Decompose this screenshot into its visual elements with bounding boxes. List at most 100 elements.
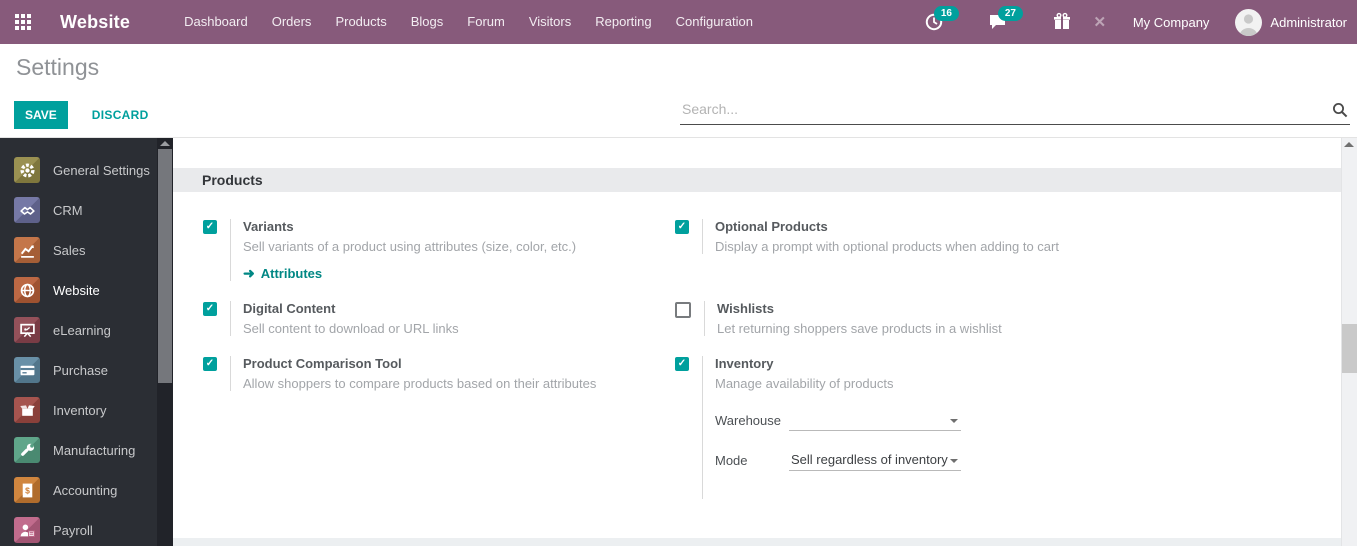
setting-description: Allow shoppers to compare products based…	[243, 376, 597, 391]
setting-inventory: ✓ Inventory Manage availability of product…	[675, 356, 1135, 499]
search-bar	[680, 96, 1350, 125]
gear-icon	[14, 157, 40, 183]
link-label: Attributes	[260, 266, 323, 281]
chevron-down-icon	[950, 459, 958, 463]
menu-item-products[interactable]: Products	[323, 0, 398, 44]
dropdown-mode[interactable]: Sell regardless of inventory	[789, 452, 961, 471]
checkbox-digital-content[interactable]: ✓	[203, 302, 217, 316]
apps-menu-button[interactable]	[0, 0, 46, 44]
checkbox-variants[interactable]: ✓	[203, 220, 217, 234]
setting-description: Let returning shoppers save products in …	[717, 321, 1002, 336]
settings-grid: ✓ Variants Sell variants of a product usin…	[203, 219, 1341, 499]
scroll-up-icon[interactable]	[1344, 142, 1354, 147]
invoice-icon: $	[14, 477, 40, 503]
sidebar-item-general-settings[interactable]: General Settings	[0, 150, 157, 190]
dropdown-warehouse[interactable]	[789, 412, 961, 431]
link-attributes[interactable]: ➜ Attributes	[243, 266, 576, 281]
sidebar-scrollbar-thumb[interactable]	[158, 149, 172, 383]
sidebar-item-crm[interactable]: CRM	[0, 190, 157, 230]
content-scrollbar[interactable]	[1341, 138, 1357, 546]
sidebar-item-payroll[interactable]: Payroll	[0, 510, 157, 550]
checkbox-inventory[interactable]: ✓	[675, 357, 689, 371]
messages-button[interactable]: 27	[987, 6, 1023, 33]
sidebar-item-label: Inventory	[53, 402, 107, 418]
svg-text:$: $	[25, 485, 30, 495]
user-menu[interactable]: Administrator	[1235, 8, 1347, 36]
activities-button[interactable]: 16	[923, 6, 959, 33]
handshake-icon	[14, 197, 40, 223]
sidebar-item-label: General Settings	[53, 162, 150, 178]
sidebar-item-label: Accounting	[53, 482, 118, 498]
menu-item-reporting[interactable]: Reporting	[583, 0, 663, 44]
sidebar-scrollbar[interactable]	[157, 138, 173, 546]
section-header: Products	[173, 168, 1341, 192]
app-name[interactable]: Website	[60, 12, 130, 33]
messages-badge: 27	[997, 6, 1023, 21]
avatar	[1235, 8, 1263, 36]
control-panel-buttons: SAVE DISCARD	[14, 101, 155, 129]
sidebar-item-inventory[interactable]: Inventory	[0, 390, 157, 430]
setting-wishlists: Wishlists Let returning shoppers save pro…	[675, 301, 1135, 336]
setting-label: Optional Products	[715, 219, 828, 234]
sidebar-item-sales[interactable]: Sales	[0, 230, 157, 270]
sidebar-item-purchase[interactable]: Purchase	[0, 350, 157, 390]
sidebar-item-label: Sales	[53, 242, 86, 258]
setting-label: Variants	[243, 219, 294, 234]
setting-description: Sell variants of a product using attribu…	[243, 239, 577, 254]
menu-item-visitors[interactable]: Visitors	[517, 0, 583, 44]
menu-item-dashboard[interactable]: Dashboard	[172, 0, 260, 44]
main-area: General Settings CRM Sales Website eLearning…	[0, 138, 1357, 546]
sidebar-item-elearning[interactable]: eLearning	[0, 310, 157, 350]
apps-grid-icon	[15, 14, 31, 30]
setting-body: Digital Content Sell content to download …	[230, 301, 459, 336]
dropdown-value: Sell regardless of inventory	[791, 452, 948, 467]
sidebar-item-website[interactable]: Website	[0, 270, 157, 310]
setting-label: Product Comparison Tool	[243, 356, 402, 371]
content-scrollbar-thumb[interactable]	[1342, 324, 1357, 373]
payroll-icon	[14, 517, 40, 543]
control-panel: Settings SAVE DISCARD	[0, 44, 1357, 138]
menu-item-configuration[interactable]: Configuration	[664, 0, 765, 44]
sidebar-item-label: Payroll	[53, 522, 93, 538]
sidebar-item-manufacturing[interactable]: Manufacturing	[0, 430, 157, 470]
gift-button[interactable]	[1051, 11, 1073, 33]
setting-digital-content: ✓ Digital Content Sell content to download…	[203, 301, 675, 336]
checkbox-product-comparison-tool[interactable]: ✓	[203, 357, 217, 371]
setting-body: Variants Sell variants of a product using…	[230, 219, 576, 281]
setting-body: Product Comparison Tool Allow shoppers to…	[230, 356, 596, 391]
menu-item-forum[interactable]: Forum	[455, 0, 517, 44]
setting-description: Manage availability of products	[715, 376, 894, 391]
menu-item-orders[interactable]: Orders	[260, 0, 324, 44]
search-input[interactable]	[680, 96, 1324, 124]
company-switcher[interactable]: My Company	[1133, 15, 1210, 30]
setting-product-comparison-tool: ✓ Product Comparison Tool Allow shoppers t…	[203, 356, 675, 391]
checkbox-optional-products[interactable]: ✓	[675, 220, 689, 234]
arrow-right-icon: ➜	[243, 265, 255, 281]
disabled-tools-button[interactable]: ✕	[1089, 11, 1111, 33]
wrench-icon	[14, 437, 40, 463]
setting-body: Inventory Manage availability of products…	[702, 356, 961, 499]
setting-label: Inventory	[715, 356, 774, 371]
chevron-down-icon	[950, 419, 958, 423]
settings-sidebar: General Settings CRM Sales Website eLearning…	[0, 138, 157, 546]
x-icon: ✕	[1093, 14, 1107, 31]
sidebar-item-accounting[interactable]: $ Accounting	[0, 470, 157, 510]
menu-item-blogs[interactable]: Blogs	[399, 0, 456, 44]
checkbox-wishlists[interactable]	[675, 302, 691, 318]
sidebar-item-label: CRM	[53, 202, 83, 218]
sidebar-item-label: Purchase	[53, 362, 108, 378]
discard-button[interactable]: DISCARD	[86, 107, 155, 123]
field-label: Mode	[715, 453, 748, 468]
field-label: Warehouse	[715, 413, 781, 428]
field-mode: Mode Sell regardless of inventory	[715, 452, 961, 471]
scroll-up-icon[interactable]	[160, 141, 170, 146]
user-icon	[1239, 13, 1258, 36]
save-button[interactable]: SAVE	[14, 101, 68, 129]
section-title: Products	[202, 172, 263, 188]
setting-variants: ✓ Variants Sell variants of a product usin…	[203, 219, 675, 281]
main-menu: Dashboard Orders Products Blogs Forum Visitor…	[172, 0, 765, 44]
setting-label: Digital Content	[243, 301, 336, 316]
search-icon[interactable]	[1332, 102, 1348, 123]
field-warehouse: Warehouse	[715, 412, 961, 431]
user-name: Administrator	[1270, 14, 1347, 30]
